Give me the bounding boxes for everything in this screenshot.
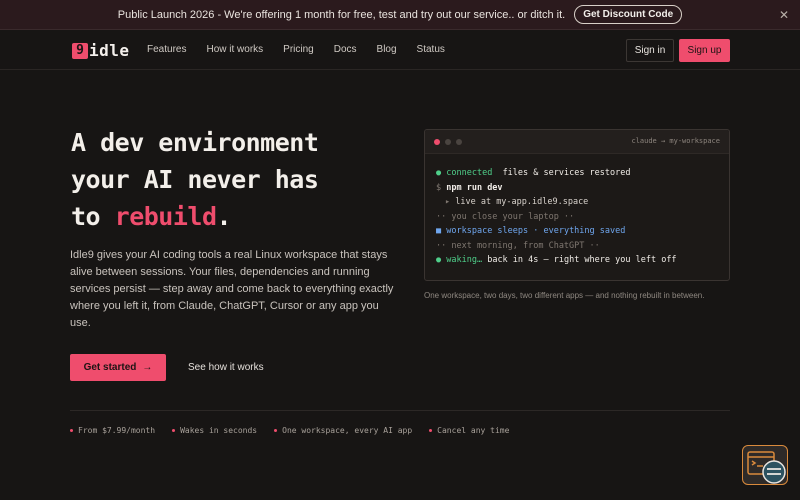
- section-divider: [70, 410, 730, 411]
- terminal-window: claude → my-workspace ● connected files …: [424, 129, 730, 281]
- terminal-line: $ npm run dev: [436, 181, 729, 196]
- announcement-text: Public Launch 2026 - We're offering 1 mo…: [117, 8, 566, 21]
- terminal-caption: One workspace, two days, two different a…: [424, 291, 705, 300]
- nav-links: Features How it works Pricing Docs Blog …: [147, 44, 465, 55]
- triangle-right-icon: ▸: [445, 197, 451, 207]
- hero-title-prefix: to: [71, 202, 115, 231]
- feature-item: From $7.99/month: [70, 426, 155, 435]
- terminal-status: connected: [446, 168, 493, 178]
- chat-widget-icon: [747, 451, 786, 484]
- feature-text: One workspace, every AI app: [282, 426, 413, 435]
- terminal-line: ·· you close your laptop ··: [436, 211, 575, 222]
- logo-mark: 9: [72, 42, 88, 59]
- get-started-button[interactable]: Get started →: [70, 354, 166, 381]
- terminal-body: ● connected files & services restored $ …: [425, 154, 729, 268]
- feature-item: Cancel any time: [429, 426, 509, 435]
- terminal-line: ·· next morning, from ChatGPT ··: [436, 240, 600, 251]
- terminal-command: npm run dev: [446, 182, 503, 193]
- terminal-text: back in 4s — right where you left off: [487, 255, 677, 265]
- terminal-text: live at my-app.idle9.space: [455, 197, 589, 207]
- window-dot-icon: [445, 139, 451, 145]
- status-dot-icon: ●: [436, 168, 442, 178]
- terminal-title: claude → my-workspace: [631, 137, 720, 145]
- feature-text: From $7.99/month: [78, 426, 156, 435]
- logo-word: idle: [89, 41, 130, 60]
- get-started-label: Get started: [83, 362, 137, 373]
- nav-link-docs[interactable]: Docs: [334, 44, 357, 55]
- hero-title-accent: rebuild: [114, 202, 217, 231]
- see-how-it-works-link[interactable]: See how it works: [188, 362, 264, 373]
- hero-title: A dev environment your AI never has to r…: [71, 124, 401, 235]
- terminal-text: workspace sleeps · everything saved: [446, 226, 626, 236]
- nav-link-pricing[interactable]: Pricing: [283, 44, 314, 55]
- hero-title-line-3: to rebuild.: [71, 198, 401, 235]
- window-dot-icon: [456, 139, 462, 145]
- terminal-status: waking…: [446, 255, 483, 265]
- announcement-bar: Public Launch 2026 - We're offering 1 mo…: [0, 0, 800, 30]
- terminal-title-bar: claude → my-workspace: [425, 130, 729, 154]
- feature-list: From $7.99/month Wakes in seconds One wo…: [70, 426, 526, 435]
- nav-link-blog[interactable]: Blog: [377, 44, 397, 55]
- bullet-icon: [172, 429, 176, 432]
- terminal-text: files & services restored: [502, 168, 631, 178]
- bullet-icon: [429, 429, 433, 432]
- chat-widget-button[interactable]: [742, 445, 788, 485]
- nav-link-features[interactable]: Features: [147, 44, 186, 55]
- terminal-line: ■ workspace sleeps · everything saved: [436, 224, 729, 239]
- hero-title-line-1: A dev environment: [71, 128, 319, 157]
- arrow-right-icon: →: [142, 362, 153, 373]
- hero-title-line-2: your AI never has: [71, 165, 319, 194]
- terminal-line: ▸ live at my-app.idle9.space: [436, 195, 729, 210]
- terminal-line: ● waking… back in 4s — right where you l…: [436, 253, 729, 268]
- sign-up-button[interactable]: Sign up: [679, 39, 730, 62]
- get-discount-code-button[interactable]: Get Discount Code: [574, 5, 683, 24]
- window-dot-icon: [434, 139, 440, 145]
- terminal-line: ● connected files & services restored: [436, 166, 729, 181]
- nav-link-status[interactable]: Status: [417, 44, 445, 55]
- top-nav: 9 idle Features How it works Pricing Doc…: [0, 31, 800, 70]
- bullet-icon: [70, 429, 73, 432]
- nav-link-how-it-works[interactable]: How it works: [206, 44, 263, 55]
- feature-item: One workspace, every AI app: [274, 426, 412, 435]
- hero-title-suffix: .: [216, 202, 232, 231]
- bullet-icon: [274, 429, 278, 432]
- terminal-prompt: $: [436, 182, 442, 193]
- feature-text: Cancel any time: [437, 426, 510, 435]
- feature-text: Wakes in seconds: [180, 426, 258, 435]
- logo[interactable]: 9 idle: [72, 41, 130, 60]
- status-dot-icon: ●: [436, 255, 442, 265]
- hero-description: Idle9 gives your AI coding tools a real …: [70, 249, 394, 329]
- square-icon: ■: [436, 226, 442, 236]
- close-icon[interactable]: ✕: [779, 8, 789, 22]
- sign-in-button[interactable]: Sign in: [626, 39, 674, 62]
- feature-item: Wakes in seconds: [172, 426, 257, 435]
